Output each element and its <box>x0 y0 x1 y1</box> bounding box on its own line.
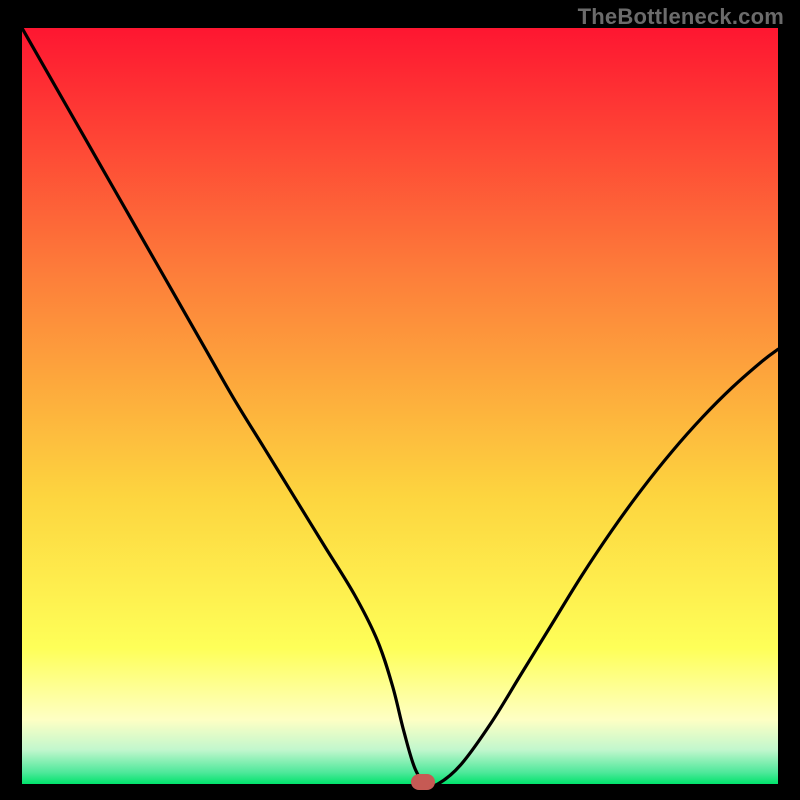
optimal-point-marker <box>411 774 435 790</box>
watermark-text: TheBottleneck.com <box>578 4 784 30</box>
chart-background <box>22 28 778 784</box>
bottleneck-chart-svg <box>22 28 778 784</box>
chart-frame: TheBottleneck.com <box>0 0 800 800</box>
